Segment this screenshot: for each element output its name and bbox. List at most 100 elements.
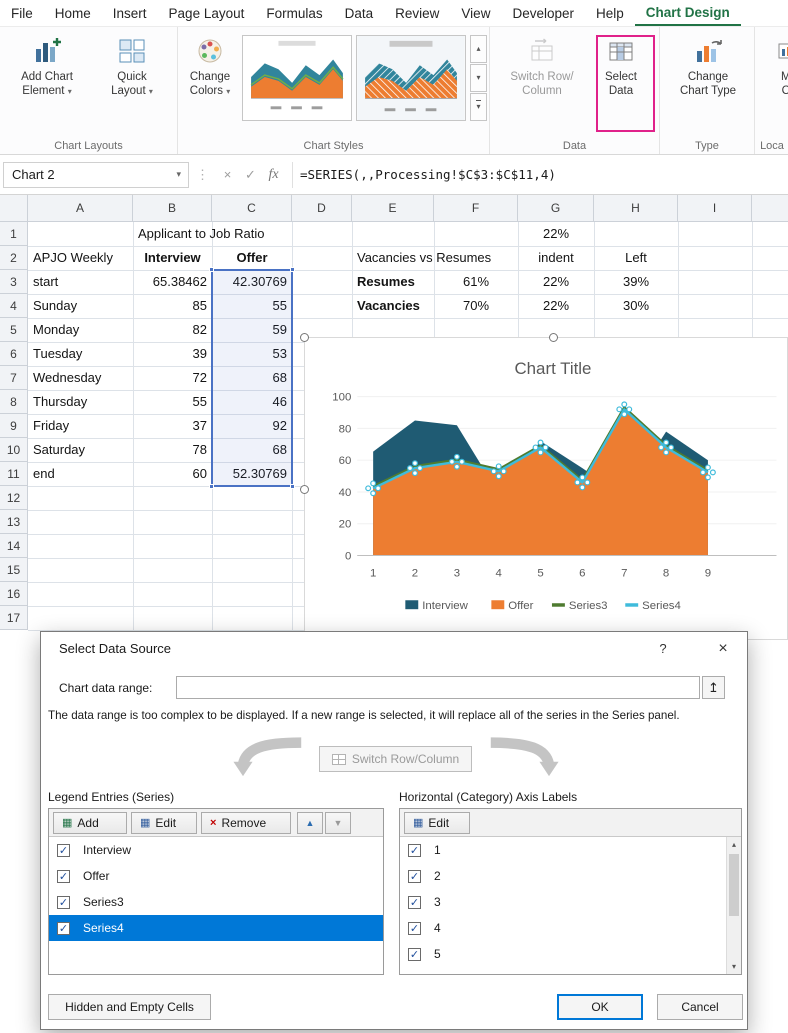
- chart-source-range-highlight[interactable]: [211, 269, 293, 487]
- row-header-6[interactable]: 6: [0, 342, 28, 366]
- formula-input[interactable]: =SERIES(,,Processing!$C$3:$C$11,4): [300, 167, 556, 182]
- cell-B9[interactable]: 37: [133, 414, 212, 438]
- axis-label-item-4[interactable]: ✓4: [400, 915, 726, 941]
- cell-B6[interactable]: 39: [133, 342, 212, 366]
- row-header-5[interactable]: 5: [0, 318, 28, 342]
- cell-B3[interactable]: 65.38462: [133, 270, 212, 294]
- cell-C2[interactable]: Offer: [212, 246, 292, 270]
- name-box[interactable]: Chart 2 ▾: [3, 162, 189, 188]
- cell-A2[interactable]: APJO Weekly: [28, 246, 133, 270]
- row-header-4[interactable]: 4: [0, 294, 28, 318]
- menu-tab-file[interactable]: File: [0, 0, 44, 26]
- cell-E2[interactable]: Vacancies vs Resumes: [352, 246, 496, 270]
- checkbox-icon[interactable]: ✓: [57, 870, 70, 883]
- column-header-A[interactable]: A: [28, 195, 133, 222]
- cell-A3[interactable]: start: [28, 270, 133, 294]
- row-header-12[interactable]: 12: [0, 486, 28, 510]
- select-all-corner[interactable]: [0, 195, 28, 222]
- cell-A4[interactable]: Sunday: [28, 294, 133, 318]
- cell-A6[interactable]: Tuesday: [28, 342, 133, 366]
- cell-H4[interactable]: 30%: [594, 294, 678, 318]
- column-header-I[interactable]: I: [678, 195, 752, 222]
- style-gallery-more-button[interactable]: ▾: [470, 93, 487, 121]
- cell-G2[interactable]: indent: [518, 246, 594, 270]
- menu-tab-chart-design[interactable]: Chart Design: [635, 0, 741, 26]
- add-chart-element-button[interactable]: Add ChartElement ▾: [6, 33, 88, 99]
- row-header-16[interactable]: 16: [0, 582, 28, 606]
- menu-tab-review[interactable]: Review: [384, 0, 450, 26]
- cell-B4[interactable]: 85: [133, 294, 212, 318]
- select-data-button[interactable]: SelectData: [592, 33, 650, 98]
- column-header-F[interactable]: F: [434, 195, 518, 222]
- cell-B11[interactable]: 60: [133, 462, 212, 486]
- axis-label-item-1[interactable]: ✓1: [400, 837, 726, 863]
- checkbox-icon[interactable]: ✓: [57, 922, 70, 935]
- legend-entry-item-series4[interactable]: ✓Series4: [49, 915, 383, 941]
- cell-F4[interactable]: 70%: [434, 294, 518, 318]
- enter-icon[interactable]: ✓: [239, 167, 262, 183]
- column-header-D[interactable]: D: [292, 195, 352, 222]
- cell-H2[interactable]: Left: [594, 246, 678, 270]
- checkbox-icon[interactable]: ✓: [408, 896, 421, 909]
- embedded-chart[interactable]: Chart Title020406080100123456789Intervie…: [304, 337, 788, 640]
- change-chart-type-button[interactable]: ChangeChart Type: [668, 33, 748, 98]
- move-chart-button[interactable]: MoCh: [759, 33, 788, 98]
- change-colors-button[interactable]: ChangeColors ▾: [180, 33, 240, 99]
- range-handle[interactable]: [290, 267, 295, 272]
- cell-B8[interactable]: 55: [133, 390, 212, 414]
- row-header-7[interactable]: 7: [0, 366, 28, 390]
- legend-entry-item-series3[interactable]: ✓Series3: [49, 889, 383, 915]
- menu-tab-formulas[interactable]: Formulas: [255, 0, 333, 26]
- cell-E3[interactable]: Resumes: [352, 270, 434, 294]
- cell-B10[interactable]: 78: [133, 438, 212, 462]
- insert-function-icon[interactable]: fx: [262, 167, 285, 183]
- checkbox-icon[interactable]: ✓: [408, 870, 421, 883]
- chart-handle-top-left[interactable]: [300, 333, 309, 342]
- cell-F3[interactable]: 61%: [434, 270, 518, 294]
- chart-data-range-input[interactable]: [176, 676, 700, 699]
- scroll-up-icon[interactable]: ▴: [727, 837, 741, 852]
- range-handle[interactable]: [290, 484, 295, 489]
- cancel-icon[interactable]: ×: [216, 167, 239, 182]
- menu-tab-insert[interactable]: Insert: [102, 0, 158, 26]
- close-icon[interactable]: ×: [705, 632, 741, 666]
- checkbox-icon[interactable]: ✓: [408, 844, 421, 857]
- edit-axis-labels-button[interactable]: ▦Edit: [404, 812, 470, 834]
- style-gallery-scroll-up-button[interactable]: ▴: [470, 35, 487, 63]
- remove-series-button[interactable]: ×Remove: [201, 812, 291, 834]
- scrollbar-thumb[interactable]: [729, 854, 739, 916]
- cancel-button[interactable]: Cancel: [657, 994, 743, 1020]
- menu-tab-home[interactable]: Home: [44, 0, 102, 26]
- style-gallery-scroll-down-button[interactable]: ▾: [470, 64, 487, 92]
- row-header-15[interactable]: 15: [0, 558, 28, 582]
- chart-handle-middle-left[interactable]: [300, 485, 309, 494]
- column-header-H[interactable]: H: [594, 195, 678, 222]
- column-header-C[interactable]: C: [212, 195, 292, 222]
- row-header-3[interactable]: 3: [0, 270, 28, 294]
- chevron-down-icon[interactable]: ▾: [176, 169, 181, 180]
- axis-label-item-5[interactable]: ✓5: [400, 941, 726, 967]
- checkbox-icon[interactable]: ✓: [408, 922, 421, 935]
- add-series-button[interactable]: ▦Add: [53, 812, 127, 834]
- row-header-17[interactable]: 17: [0, 606, 28, 630]
- checkbox-icon[interactable]: ✓: [57, 844, 70, 857]
- row-header-10[interactable]: 10: [0, 438, 28, 462]
- legend-entry-item-interview[interactable]: ✓Interview: [49, 837, 383, 863]
- axis-labels-list[interactable]: ✓1✓2✓3✓4✓5: [400, 837, 726, 974]
- cell-A9[interactable]: Friday: [28, 414, 133, 438]
- axis-label-item-3[interactable]: ✓3: [400, 889, 726, 915]
- checkbox-icon[interactable]: ✓: [57, 896, 70, 909]
- menu-tab-page-layout[interactable]: Page Layout: [158, 0, 256, 26]
- row-header-9[interactable]: 9: [0, 414, 28, 438]
- cell-A10[interactable]: Saturday: [28, 438, 133, 462]
- legend-entry-item-offer[interactable]: ✓Offer: [49, 863, 383, 889]
- legend-entries-list[interactable]: ✓Interview✓Offer✓Series3✓Series4: [49, 837, 383, 974]
- cell-G4[interactable]: 22%: [518, 294, 594, 318]
- cell-E4[interactable]: Vacancies: [352, 294, 434, 318]
- menu-tab-help[interactable]: Help: [585, 0, 635, 26]
- edit-series-button[interactable]: ▦Edit: [131, 812, 197, 834]
- cell-B7[interactable]: 72: [133, 366, 212, 390]
- cell-B5[interactable]: 82: [133, 318, 212, 342]
- cell-G3[interactable]: 22%: [518, 270, 594, 294]
- column-header-partial[interactable]: [752, 195, 788, 222]
